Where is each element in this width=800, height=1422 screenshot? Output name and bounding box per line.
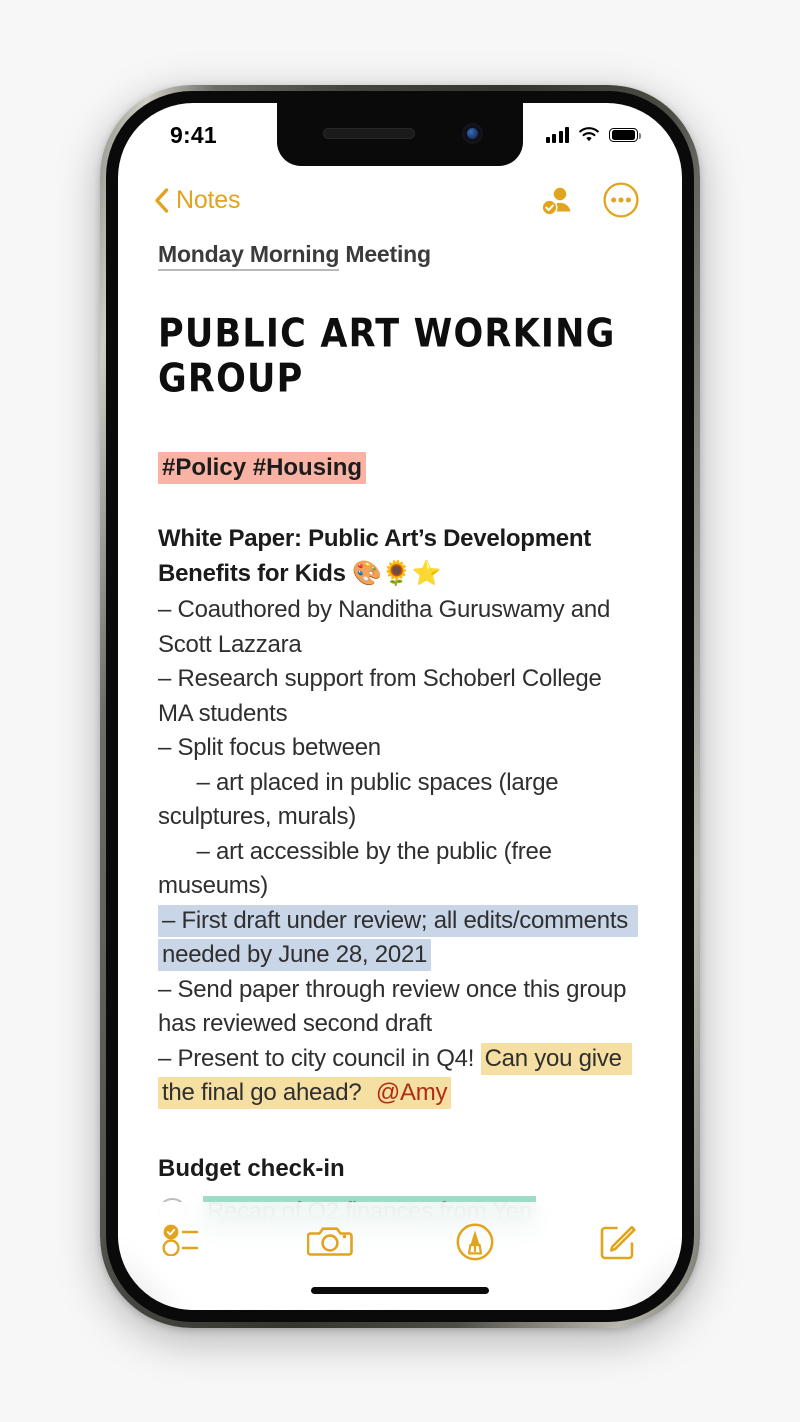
compose-icon [600,1225,636,1260]
markup-button[interactable] [455,1222,495,1262]
wifi-icon [579,127,599,142]
compose-button[interactable] [598,1222,638,1262]
person-checkmark-icon[interactable] [538,181,576,219]
bullet-item-q4: – Present to city council in Q4! Can you… [158,1042,642,1111]
home-indicator[interactable] [311,1287,489,1294]
budget-heading: Budget check-in [158,1154,345,1182]
bullet-item: – Split focus between [158,734,381,761]
white-paper-section: White Paper: Public Art’s Development Be… [158,522,642,1111]
screenshot-stage: 9:41 Notes Monday Morning Meeting PUBLIC… [0,0,800,1422]
bullet-item: – art accessible by the public (free mus… [158,837,559,900]
chevron-left-icon [155,187,169,213]
bullet-item: – art placed in public spaces (large scu… [158,768,565,831]
bullet-item-highlighted-blue: – First draft under review; all edits/co… [158,904,642,973]
bullet-item: – Coauthored by Nanditha Guruswamy and S… [158,596,617,658]
heading-line-1: White Paper: Public Art’s Development [158,525,592,552]
note-title: PUBLIC ART WORKING GROUP [158,312,616,402]
camera-button[interactable] [306,1222,353,1260]
heading-line-2: Benefits for Kids [158,559,353,587]
note-date-underlined: Monday Morning [158,241,339,271]
white-paper-bullets: – Coauthored by Nanditha Guruswamy and S… [158,593,642,1111]
checklist-button[interactable] [162,1222,204,1256]
notch [277,103,523,166]
earpiece-speaker-icon [323,128,415,139]
tags-text[interactable]: #Policy #Housing [158,452,367,484]
status-time: 9:41 [170,121,217,148]
note-date: Monday Morning Meeting [158,241,431,271]
bullet-item: – Send paper through review once this gr… [158,975,633,1038]
bullet-blue-text[interactable]: – First draft under review; all edits/co… [158,904,639,971]
phone-bezel: 9:41 Notes Monday Morning Meeting PUBLIC… [106,91,694,1322]
signal-bars-icon [545,127,569,143]
status-indicators [545,127,642,143]
bullet-q4-plain: – Present to city council in Q4! [158,1044,481,1072]
camera-icon [306,1227,353,1256]
phone-device-frame: 9:41 Notes Monday Morning Meeting PUBLIC… [100,85,700,1328]
white-paper-heading: White Paper: Public Art’s Development Be… [158,522,642,591]
mention-amy[interactable]: @Amy [371,1077,452,1109]
back-label: Notes [176,185,241,214]
front-camera-icon [462,123,483,144]
markup-pen-icon [456,1223,494,1261]
nav-actions [538,181,640,219]
note-date-rest: Meeting [339,241,431,267]
bullet-item: – Research support from Schoberl College… [158,665,608,727]
battery-full-icon [609,127,642,143]
note-body[interactable]: Monday Morning Meeting PUBLIC ART WORKIN… [118,233,682,1310]
ellipsis-circle-icon[interactable] [602,181,640,219]
back-to-notes-button[interactable]: Notes [154,185,241,215]
heading-emoji: 🎨🌻⭐ [352,559,442,587]
navigation-bar: Notes [118,167,682,233]
phone-screen: 9:41 Notes Monday Morning Meeting PUBLIC… [118,103,682,1310]
checklist-icon [162,1224,199,1256]
note-tags: #Policy #Housing [158,452,642,484]
